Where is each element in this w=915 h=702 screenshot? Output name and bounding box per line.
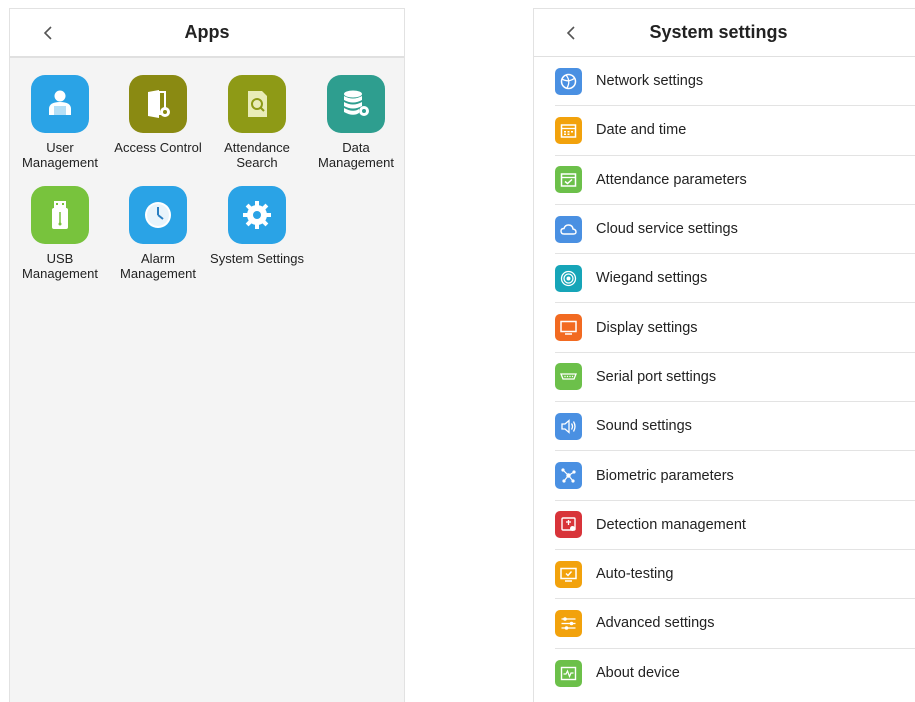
app-user-management[interactable]: User Management — [10, 75, 110, 170]
settings-item-label: Advanced settings — [596, 615, 715, 632]
monitor-icon — [555, 314, 582, 342]
settings-item-label: Biometric parameters — [596, 467, 734, 484]
settings-list: Network settings Date and time Attendanc… — [555, 57, 915, 698]
settings-item-attendance-parameters[interactable]: Attendance parameters — [555, 156, 915, 205]
app-label: USB Management — [22, 251, 98, 281]
settings-item-date-time[interactable]: Date and time — [555, 106, 915, 156]
settings-item-wiegand[interactable]: Wiegand settings — [555, 254, 915, 304]
app-attendance-search[interactable]: Attendance Search — [207, 75, 307, 170]
app-label: Data Management — [318, 140, 394, 170]
settings-item-auto-testing[interactable]: Auto-testing — [555, 550, 915, 600]
settings-item-label: Auto-testing — [596, 566, 674, 583]
user-icon — [31, 75, 89, 133]
apps-title: Apps — [184, 22, 230, 42]
chevron-left-icon — [43, 25, 52, 40]
settings-item-network[interactable]: Network settings — [555, 57, 915, 107]
settings-title: System settings — [649, 22, 788, 42]
calendar-icon — [555, 116, 582, 144]
calendar-check-icon — [555, 166, 582, 194]
app-label: Access Control — [114, 140, 202, 155]
app-label: Attendance Search — [224, 140, 290, 170]
settings-item-label: Network settings — [596, 73, 704, 90]
settings-item-label: Attendance parameters — [596, 171, 747, 188]
apps-back-button[interactable] — [36, 21, 60, 45]
gear-icon — [228, 186, 286, 244]
settings-item-detection[interactable]: Detection management — [555, 501, 915, 550]
apps-panel: Apps User Management Access Control Atte… — [9, 8, 405, 702]
settings-back-button[interactable] — [559, 21, 583, 45]
app-usb-management[interactable]: USB Management — [10, 186, 110, 281]
app-data-management[interactable]: Data Management — [306, 75, 406, 170]
clock-icon — [129, 186, 187, 244]
document-search-icon — [228, 75, 286, 133]
settings-item-label: Detection management — [596, 516, 746, 533]
app-label: User Management — [22, 140, 98, 170]
settings-item-label: Cloud service settings — [596, 221, 738, 238]
settings-item-label: Sound settings — [596, 418, 692, 435]
database-gear-icon — [327, 75, 385, 133]
speaker-icon — [555, 412, 582, 440]
settings-item-label: Wiegand settings — [596, 270, 708, 287]
serial-port-icon — [555, 363, 582, 391]
settings-item-sound[interactable]: Sound settings — [555, 402, 915, 452]
app-system-settings[interactable]: System Settings — [207, 186, 307, 266]
settings-header: System settings — [534, 9, 915, 57]
settings-item-label: Date and time — [596, 122, 687, 139]
settings-item-advanced[interactable]: Advanced settings — [555, 599, 915, 649]
settings-item-label: About device — [596, 665, 680, 682]
app-label: Alarm Management — [120, 251, 196, 281]
app-alarm-management[interactable]: Alarm Management — [108, 186, 208, 281]
biometric-nodes-icon — [555, 462, 582, 490]
cloud-icon — [555, 215, 582, 243]
settings-item-label: Display settings — [596, 319, 698, 336]
settings-item-cloud-service[interactable]: Cloud service settings — [555, 205, 915, 255]
shield-detection-icon — [555, 511, 582, 539]
app-access-control[interactable]: Access Control — [108, 75, 208, 155]
settings-item-serial-port[interactable]: Serial port settings — [555, 353, 915, 403]
usb-icon — [31, 186, 89, 244]
chevron-left-icon — [566, 25, 575, 40]
door-gear-icon — [129, 75, 187, 133]
settings-panel: System settings Network settings Date an… — [533, 8, 915, 702]
settings-item-label: Serial port settings — [596, 368, 717, 385]
apps-header: Apps — [10, 9, 404, 58]
globe-icon — [555, 67, 582, 95]
settings-item-display[interactable]: Display settings — [555, 303, 915, 353]
monitor-check-icon — [555, 560, 582, 588]
settings-item-about-device[interactable]: About device — [555, 649, 915, 698]
target-icon — [555, 264, 582, 292]
device-info-icon — [555, 659, 582, 687]
settings-item-biometric[interactable]: Biometric parameters — [555, 451, 915, 501]
sliders-icon — [555, 609, 582, 637]
app-label: System Settings — [210, 251, 304, 266]
